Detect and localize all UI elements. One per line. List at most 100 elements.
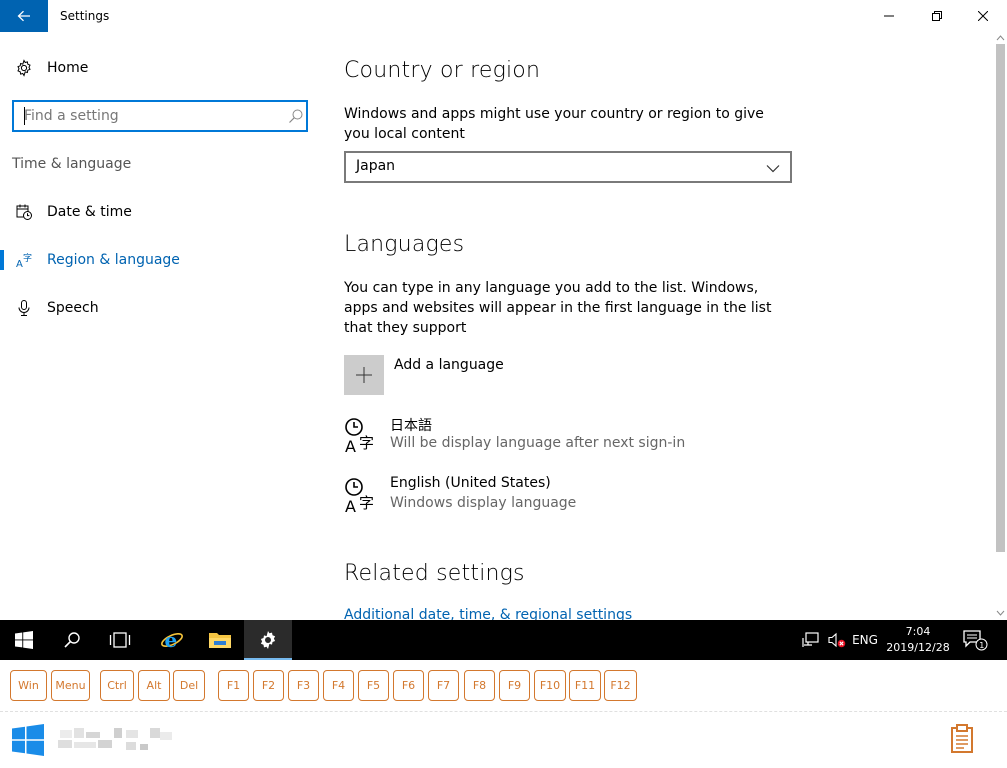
network-tray-button[interactable] <box>800 620 822 660</box>
close-button[interactable] <box>960 0 1006 32</box>
arrow-left-icon <box>17 10 30 22</box>
language-name: English (United States) <box>390 475 551 491</box>
add-language-button[interactable]: Add a language <box>344 355 644 397</box>
sidebar-item-label: Region & language <box>47 252 180 268</box>
additional-regional-settings-link[interactable]: Additional date, time, & regional settin… <box>344 607 632 620</box>
internet-explorer-button[interactable]: e <box>148 620 196 660</box>
country-dropdown-value: Japan <box>356 158 396 174</box>
key-f5[interactable]: F5 <box>358 670 389 701</box>
microphone-icon <box>14 298 34 318</box>
section-heading: Time & language <box>12 156 132 172</box>
key-f11[interactable]: F11 <box>569 670 601 701</box>
clock-time: 7:04 <box>905 625 931 638</box>
language-item-english[interactable]: A 字 English (United States) Windows disp… <box>344 475 744 517</box>
file-explorer-button[interactable] <box>196 620 244 660</box>
language-name: 日本語 <box>390 418 432 434</box>
key-ctrl[interactable]: Ctrl <box>100 670 134 701</box>
search-input[interactable] <box>24 106 274 126</box>
sidebar: Home Time & language Date & time <box>0 32 320 620</box>
internet-explorer-icon: e <box>161 628 183 652</box>
taskbar: e ENG 7:04 2019/12/28 1 <box>0 620 1007 660</box>
task-view-button[interactable] <box>96 620 144 660</box>
key-f3[interactable]: F3 <box>288 670 319 701</box>
notification-icon: 1 <box>963 630 988 651</box>
svg-text:e: e <box>165 628 178 652</box>
language-status: Windows display language <box>390 495 577 511</box>
windows-logo-icon <box>15 631 33 649</box>
svg-text:字: 字 <box>359 434 374 452</box>
key-f4[interactable]: F4 <box>323 670 354 701</box>
sidebar-item-home[interactable]: Home <box>0 48 320 88</box>
sidebar-item-region-language[interactable]: A 字 Region & language <box>0 240 320 280</box>
key-f10[interactable]: F10 <box>534 670 566 701</box>
svg-text:A: A <box>345 437 356 455</box>
region-language-icon: A 字 <box>14 250 34 270</box>
search-taskbar-button[interactable] <box>48 620 96 660</box>
gear-icon <box>14 58 34 78</box>
related-settings-heading: Related settings <box>344 561 525 586</box>
svg-text:字: 字 <box>359 494 374 512</box>
search-icon <box>64 632 80 648</box>
search-box[interactable] <box>12 100 308 132</box>
key-f9[interactable]: F9 <box>499 670 530 701</box>
sidebar-item-label: Speech <box>47 300 99 316</box>
key-f7[interactable]: F7 <box>428 670 459 701</box>
language-icon: A 字 <box>345 418 374 455</box>
language-icon: A 字 <box>345 478 374 515</box>
action-center-button[interactable]: 1 <box>958 620 992 660</box>
volume-tray-button[interactable] <box>826 620 848 660</box>
taskbar-clock[interactable]: 7:04 2019/12/28 <box>880 624 956 656</box>
country-description: Windows and apps might use your country … <box>344 106 764 142</box>
country-dropdown[interactable]: Japan <box>344 151 792 183</box>
scroll-up-icon[interactable] <box>996 34 1005 42</box>
bottom-bar <box>0 712 1007 768</box>
task-view-icon <box>109 632 131 648</box>
svg-text:A: A <box>16 259 23 269</box>
window-title: Settings <box>60 9 110 23</box>
minimize-icon <box>884 15 894 17</box>
plus-icon <box>344 355 384 395</box>
settings-taskbar-button[interactable] <box>244 620 292 660</box>
title-bar: Settings <box>0 0 1007 32</box>
clipboard-icon[interactable] <box>950 724 974 754</box>
main-content: Country or region Windows and apps might… <box>344 32 984 620</box>
network-icon <box>802 632 819 647</box>
folder-icon <box>209 633 231 648</box>
input-language-indicator[interactable]: ENG <box>850 620 880 660</box>
chevron-down-icon <box>766 165 780 173</box>
scroll-thumb[interactable] <box>996 44 1005 552</box>
clock-date: 2019/12/28 <box>886 641 950 654</box>
key-del[interactable]: Del <box>173 670 205 701</box>
key-win[interactable]: Win <box>10 670 47 701</box>
notification-count: 1 <box>979 641 984 650</box>
sidebar-item-label: Date & time <box>47 204 132 220</box>
add-language-label: Add a language <box>394 357 504 373</box>
country-heading: Country or region <box>344 58 541 83</box>
key-f6[interactable]: F6 <box>393 670 424 701</box>
back-button[interactable] <box>0 0 48 32</box>
pixelated-device-name <box>58 728 172 750</box>
sidebar-item-date-time[interactable]: Date & time <box>0 192 320 232</box>
svg-text:A: A <box>345 497 356 515</box>
gear-icon <box>260 631 276 649</box>
key-f2[interactable]: F2 <box>253 670 284 701</box>
key-menu[interactable]: Menu <box>51 670 90 701</box>
key-alt[interactable]: Alt <box>138 670 170 701</box>
key-f1[interactable]: F1 <box>218 670 249 701</box>
restore-icon <box>932 11 942 21</box>
start-button[interactable] <box>0 620 48 660</box>
scroll-down-icon[interactable] <box>996 609 1005 617</box>
language-status: Will be display language after next sign… <box>390 435 686 451</box>
scrollbar[interactable] <box>994 32 1007 620</box>
restore-button[interactable] <box>914 0 960 32</box>
close-icon <box>978 11 988 21</box>
languages-description: You can type in any language you add to … <box>344 280 772 336</box>
calendar-clock-icon <box>14 202 34 222</box>
key-f8[interactable]: F8 <box>464 670 495 701</box>
key-f12[interactable]: F12 <box>604 670 637 701</box>
search-icon[interactable] <box>288 108 304 124</box>
language-item-japanese[interactable]: A 字 日本語 Will be display language after n… <box>344 415 744 457</box>
virtual-key-bar: Win Menu Ctrl Alt Del F1 F2 F3 F4 F5 F6 … <box>0 660 1007 712</box>
sidebar-item-speech[interactable]: Speech <box>0 288 320 328</box>
minimize-button[interactable] <box>866 0 912 32</box>
